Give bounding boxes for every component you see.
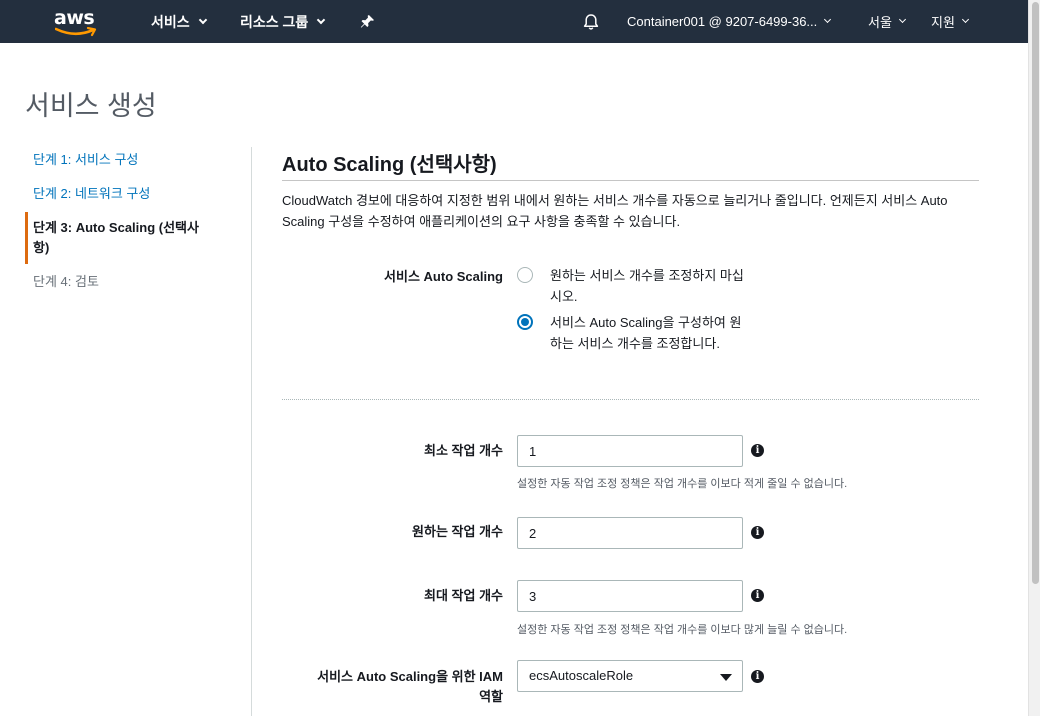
iam-role-select-value: ecsAutoscaleRole: [529, 668, 634, 683]
section-divider: [282, 180, 979, 181]
max-tasks-hint: 설정한 자동 작업 조정 정책은 작업 개수를 이보다 많게 늘릴 수 없습니다…: [517, 624, 848, 636]
section-title: Auto Scaling (선택사항): [282, 154, 497, 176]
scrollbar-thumb[interactable]: [1032, 2, 1039, 584]
radio-button-selected[interactable]: [517, 314, 533, 330]
radio-button[interactable]: [517, 267, 533, 283]
radio-label: 원하는 서비스 개수를 조정하지 마십시오.: [550, 268, 744, 304]
info-icon[interactable]: i: [751, 670, 764, 683]
min-tasks-input[interactable]: [517, 435, 743, 467]
info-icon[interactable]: i: [751, 526, 764, 539]
top-navigation-bar: aws 서비스 리소스 그룹 Container001 @ 9207-6499-…: [0, 0, 1028, 43]
max-tasks-label: 최대 작업 개수: [424, 588, 503, 603]
chevron-down-icon: [824, 15, 832, 24]
resource-groups-menu-label: 리소스 그룹: [240, 13, 309, 30]
radio-configure-auto-scaling[interactable]: 서비스 Auto Scaling을 구성하여 원하는 서비스 개수를 조정합니다…: [517, 312, 757, 354]
account-menu[interactable]: Container001 @ 9207-6499-36...: [627, 0, 832, 43]
services-menu[interactable]: 서비스: [151, 0, 207, 43]
chevron-down-icon: [961, 15, 969, 24]
region-menu[interactable]: 서울: [868, 0, 906, 43]
info-icon[interactable]: i: [751, 444, 764, 457]
vertical-scrollbar[interactable]: [1028, 0, 1040, 716]
chevron-down-icon: [898, 15, 906, 24]
pin-button[interactable]: [360, 0, 375, 43]
pin-icon: [360, 14, 375, 28]
support-menu-label: 지원: [931, 15, 955, 30]
step-3-current: 단계 3: Auto Scaling (선택사항): [25, 212, 215, 264]
region-menu-label: 서울: [868, 15, 892, 30]
step-1-link[interactable]: 단계 1: 서비스 구성: [25, 144, 138, 176]
page-title: 서비스 생성: [25, 91, 157, 121]
chevron-down-icon: [198, 15, 207, 24]
min-tasks-label: 최소 작업 개수: [424, 443, 503, 458]
services-menu-label: 서비스: [151, 13, 190, 30]
chevron-down-icon: [317, 15, 326, 24]
aws-logo-text: aws: [54, 7, 95, 29]
vertical-divider: [251, 147, 252, 716]
notifications-button[interactable]: [582, 0, 600, 43]
iam-role-select[interactable]: ecsAutoscaleRole: [517, 660, 743, 692]
radio-label: 서비스 Auto Scaling을 구성하여 원하는 서비스 개수를 조정합니다…: [550, 315, 742, 351]
desired-tasks-label: 원하는 작업 개수: [412, 524, 503, 539]
step-2-link[interactable]: 단계 2: 네트워크 구성: [25, 178, 150, 210]
dropdown-arrow-icon: [720, 674, 732, 681]
service-auto-scaling-label: 서비스 Auto Scaling: [384, 269, 503, 284]
radio-no-auto-scaling[interactable]: 원하는 서비스 개수를 조정하지 마십시오.: [517, 265, 757, 307]
iam-role-label: 서비스 Auto Scaling을 위한 IAM 역할: [317, 669, 503, 704]
aws-smile-icon: [55, 27, 97, 37]
aws-logo[interactable]: aws: [54, 7, 100, 37]
section-description: CloudWatch 경보에 대응하여 지정한 범위 내에서 원하는 서비스 개…: [282, 193, 948, 229]
dotted-divider: [282, 399, 979, 400]
resource-groups-menu[interactable]: 리소스 그룹: [240, 0, 326, 43]
max-tasks-input[interactable]: [517, 580, 743, 612]
step-4-disabled: 단계 4: 검토: [33, 274, 99, 289]
info-icon[interactable]: i: [751, 589, 764, 602]
desired-tasks-input[interactable]: [517, 517, 743, 549]
account-menu-label: Container001 @ 9207-6499-36...: [627, 14, 818, 29]
bell-icon: [583, 13, 599, 30]
support-menu[interactable]: 지원: [931, 0, 969, 43]
min-tasks-hint: 설정한 자동 작업 조정 정책은 작업 개수를 이보다 적게 줄일 수 없습니다…: [517, 478, 848, 490]
